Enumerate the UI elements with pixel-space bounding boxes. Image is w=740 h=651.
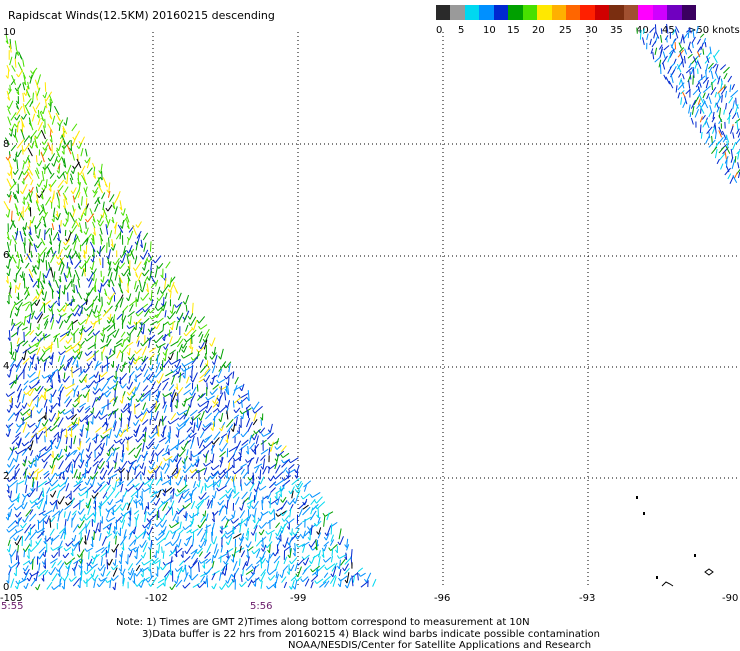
lat-label-4: 4 [3, 361, 9, 372]
lon-label-96: -96 [434, 593, 450, 604]
lat-label-0: 0 [3, 582, 9, 593]
wind-plot [0, 0, 740, 650]
lat-label-8: 8 [3, 139, 9, 150]
island-marks [636, 496, 713, 586]
lat-label-10: 10 [3, 27, 16, 38]
grid-lines [8, 32, 738, 588]
wind-map: Rapidscat Winds(12.5KM) 20160215 descend… [0, 0, 740, 650]
credit-line: NOAA/NESDIS/Center for Satellite Applica… [288, 640, 591, 651]
time-label-left: 5:55 [1, 601, 23, 612]
lat-label-6: 6 [3, 250, 9, 261]
lon-label-102: -102 [145, 593, 168, 604]
lon-label-90: -90 [722, 593, 738, 604]
wind-swath-west [4, 35, 376, 590]
lat-label-2: 2 [3, 471, 9, 482]
wind-swath-east [637, 24, 740, 184]
lon-label-99: -99 [290, 593, 306, 604]
lon-label-93: -93 [579, 593, 595, 604]
notes: Note: 1) Times are GMT 2)Times along bot… [116, 617, 600, 641]
note-line-1: Note: 1) Times are GMT 2)Times along bot… [116, 617, 600, 629]
time-label-right: 5:56 [250, 601, 272, 612]
